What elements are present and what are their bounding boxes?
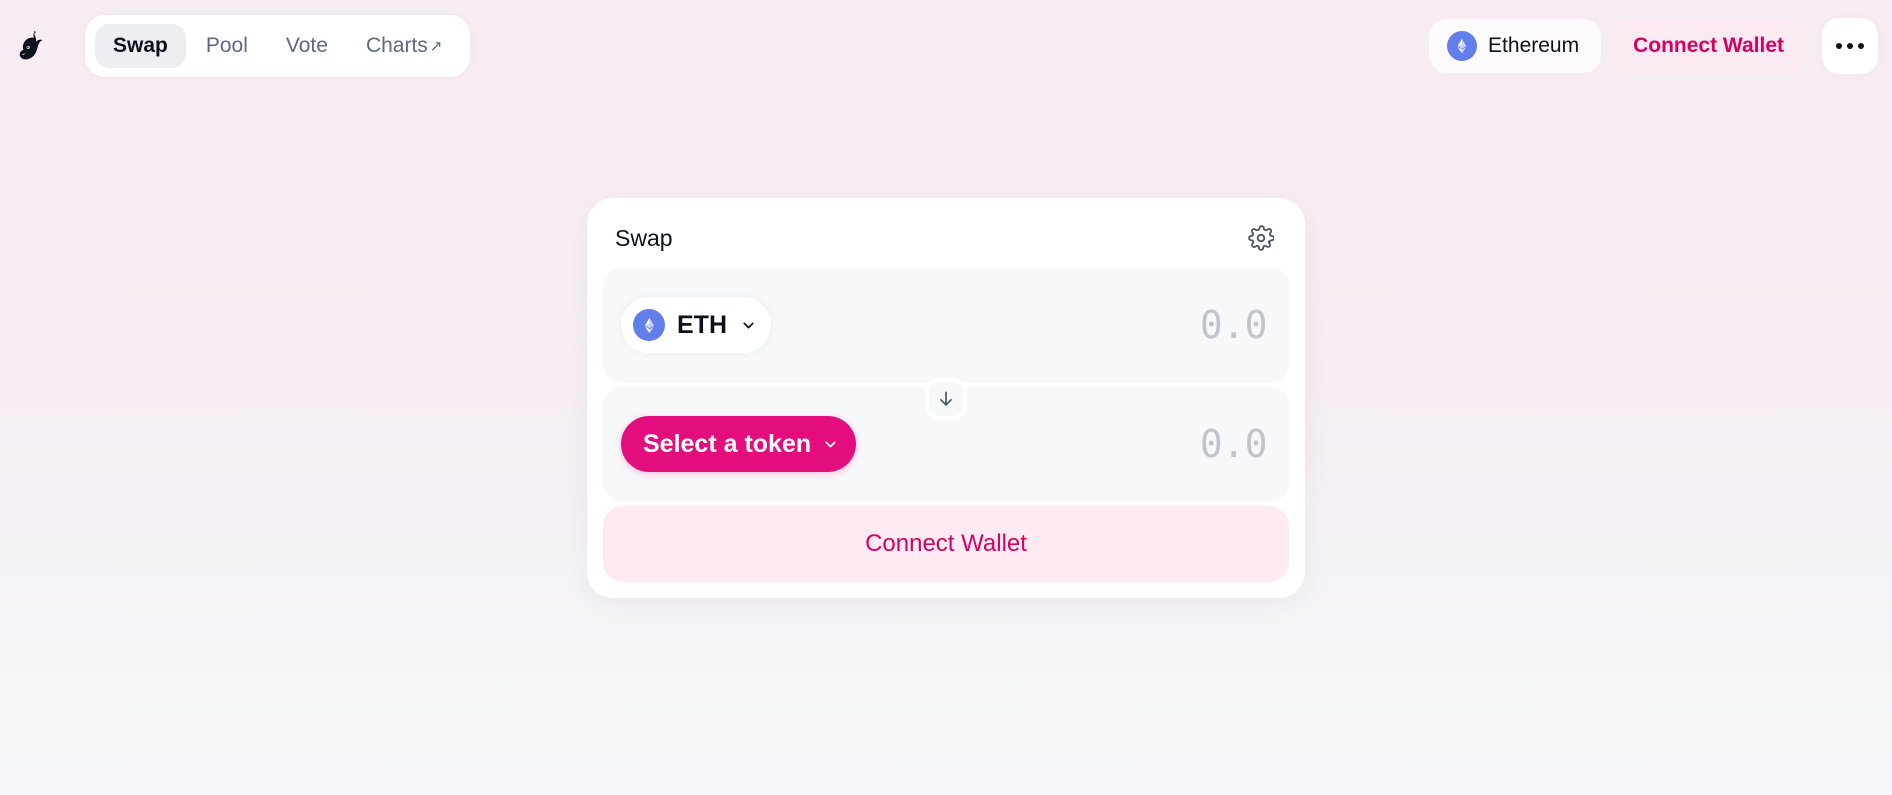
main-nav: Swap Pool Vote Charts ↗ — [85, 15, 471, 77]
input-token-symbol: ETH — [677, 310, 727, 339]
nav-item-vote[interactable]: Vote — [268, 24, 346, 68]
nav-item-charts-label: Charts — [365, 34, 428, 57]
chain-selector[interactable]: Ethereum — [1429, 19, 1602, 73]
nav-item-swap-label: Swap — [113, 34, 168, 57]
ethereum-icon — [1447, 31, 1478, 61]
more-dot — [1858, 43, 1864, 49]
page-title: Swap — [615, 224, 673, 251]
app-header: Swap Pool Vote Charts ↗ Ethereum Connect… — [0, 0, 1892, 96]
output-token-selector[interactable]: Select a token — [621, 416, 857, 472]
input-token-selector[interactable]: ETH — [621, 297, 771, 353]
connect-wallet-header-button[interactable]: Connect Wallet — [1611, 19, 1806, 73]
connect-wallet-cta-button[interactable]: Connect Wallet — [603, 506, 1289, 582]
more-dot — [1836, 43, 1842, 49]
chain-name-label: Ethereum — [1488, 34, 1580, 57]
arrow-down-icon[interactable] — [925, 378, 967, 420]
input-amount-field[interactable] — [937, 303, 1267, 347]
header-actions: Ethereum Connect Wallet — [1429, 15, 1878, 77]
nav-item-charts[interactable]: Charts ↗ — [348, 24, 460, 68]
ethereum-icon — [633, 309, 665, 341]
swap-direction-wrapper — [925, 378, 967, 420]
more-horizontal-icon[interactable] — [1822, 18, 1878, 74]
connect-wallet-cta-label: Connect Wallet — [865, 530, 1027, 557]
external-link-icon: ↗ — [429, 37, 443, 55]
uniswap-unicorn-logo[interactable] — [9, 24, 57, 72]
more-dot — [1847, 43, 1853, 49]
swap-card-header: Swap — [603, 214, 1289, 262]
swap-fields: ETH Select a token — [603, 268, 1289, 501]
connect-wallet-header-label: Connect Wallet — [1633, 34, 1784, 57]
nav-item-swap[interactable]: Swap — [95, 24, 186, 68]
chevron-down-icon — [821, 435, 839, 453]
nav-item-pool[interactable]: Pool — [188, 24, 266, 68]
nav-item-vote-label: Vote — [285, 34, 328, 57]
output-amount-field[interactable] — [937, 422, 1267, 466]
gear-icon[interactable] — [1243, 220, 1279, 256]
swap-input-field: ETH — [603, 268, 1289, 382]
swap-card: Swap ETH 0.0 Select a token 0.0 Connect … — [587, 198, 1305, 598]
select-token-label: Select a token — [643, 429, 812, 458]
nav-item-pool-label: Pool — [205, 34, 248, 57]
chevron-down-icon — [739, 316, 757, 334]
